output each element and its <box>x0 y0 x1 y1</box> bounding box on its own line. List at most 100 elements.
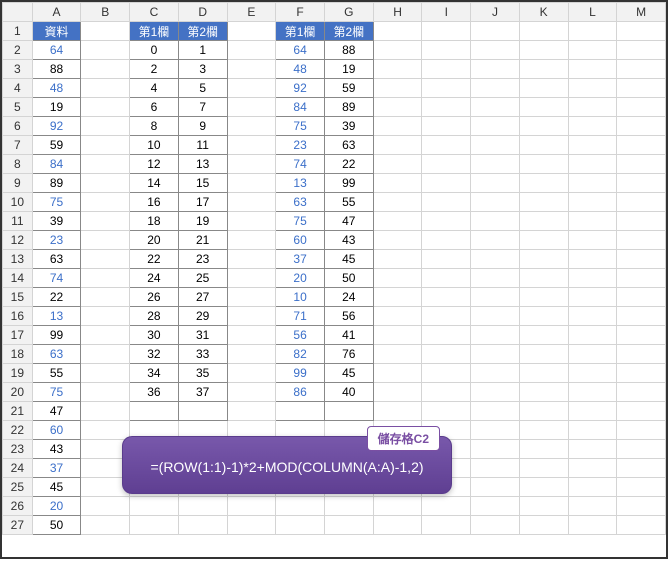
cell-E18[interactable] <box>227 345 276 364</box>
cell-M7[interactable] <box>617 136 666 155</box>
cell-G20[interactable]: 40 <box>324 383 373 402</box>
cell-H17[interactable] <box>373 326 422 345</box>
cell-K16[interactable] <box>519 307 568 326</box>
cell-K7[interactable] <box>519 136 568 155</box>
cell-D16[interactable]: 29 <box>178 307 227 326</box>
cell-A17[interactable]: 99 <box>32 326 81 345</box>
cell-B27[interactable] <box>81 516 130 535</box>
cell-L10[interactable] <box>568 193 617 212</box>
cell-J17[interactable] <box>471 326 520 345</box>
row-head-27[interactable]: 27 <box>3 516 33 535</box>
cell-L24[interactable] <box>568 459 617 478</box>
cell-K21[interactable] <box>519 402 568 421</box>
cell-M13[interactable] <box>617 250 666 269</box>
cell-A24[interactable]: 37 <box>32 459 81 478</box>
cell-D15[interactable]: 27 <box>178 288 227 307</box>
cell-K13[interactable] <box>519 250 568 269</box>
cell-E27[interactable] <box>227 516 276 535</box>
cell-J1[interactable] <box>471 22 520 41</box>
cell-I1[interactable] <box>422 22 471 41</box>
cell-H15[interactable] <box>373 288 422 307</box>
cell-D26[interactable] <box>178 497 227 516</box>
cell-I13[interactable] <box>422 250 471 269</box>
col-head-F[interactable]: F <box>276 3 325 22</box>
cell-M3[interactable] <box>617 60 666 79</box>
cell-E4[interactable] <box>227 79 276 98</box>
cell-L6[interactable] <box>568 117 617 136</box>
cell-M16[interactable] <box>617 307 666 326</box>
select-all-corner[interactable] <box>3 3 33 22</box>
cell-I14[interactable] <box>422 269 471 288</box>
cell-D10[interactable]: 17 <box>178 193 227 212</box>
cell-L22[interactable] <box>568 421 617 440</box>
cell-I2[interactable] <box>422 41 471 60</box>
cell-K3[interactable] <box>519 60 568 79</box>
cell-H4[interactable] <box>373 79 422 98</box>
cell-K9[interactable] <box>519 174 568 193</box>
cell-G16[interactable]: 56 <box>324 307 373 326</box>
cell-G6[interactable]: 39 <box>324 117 373 136</box>
cell-F21[interactable] <box>276 402 325 421</box>
cell-I15[interactable] <box>422 288 471 307</box>
cell-A12[interactable]: 23 <box>32 231 81 250</box>
cell-K25[interactable] <box>519 478 568 497</box>
cell-D18[interactable]: 33 <box>178 345 227 364</box>
cell-F27[interactable] <box>276 516 325 535</box>
row-head-8[interactable]: 8 <box>3 155 33 174</box>
cell-J24[interactable] <box>471 459 520 478</box>
cell-A25[interactable]: 45 <box>32 478 81 497</box>
cell-G3[interactable]: 19 <box>324 60 373 79</box>
cell-E7[interactable] <box>227 136 276 155</box>
cell-B5[interactable] <box>81 98 130 117</box>
cell-J16[interactable] <box>471 307 520 326</box>
cell-G12[interactable]: 43 <box>324 231 373 250</box>
cell-L20[interactable] <box>568 383 617 402</box>
cell-L16[interactable] <box>568 307 617 326</box>
cell-E14[interactable] <box>227 269 276 288</box>
cell-I21[interactable] <box>422 402 471 421</box>
row-head-3[interactable]: 3 <box>3 60 33 79</box>
cell-C19[interactable]: 34 <box>130 364 179 383</box>
cell-H7[interactable] <box>373 136 422 155</box>
cell-D13[interactable]: 23 <box>178 250 227 269</box>
cell-A9[interactable]: 89 <box>32 174 81 193</box>
cell-K20[interactable] <box>519 383 568 402</box>
cell-G27[interactable] <box>324 516 373 535</box>
cell-G17[interactable]: 41 <box>324 326 373 345</box>
col-head-A[interactable]: A <box>32 3 81 22</box>
cell-B3[interactable] <box>81 60 130 79</box>
cell-I3[interactable] <box>422 60 471 79</box>
cell-D17[interactable]: 31 <box>178 326 227 345</box>
cell-E2[interactable] <box>227 41 276 60</box>
cell-H11[interactable] <box>373 212 422 231</box>
cell-J7[interactable] <box>471 136 520 155</box>
cell-H18[interactable] <box>373 345 422 364</box>
cell-J19[interactable] <box>471 364 520 383</box>
cell-E3[interactable] <box>227 60 276 79</box>
cell-M2[interactable] <box>617 41 666 60</box>
cell-A7[interactable]: 59 <box>32 136 81 155</box>
row-head-9[interactable]: 9 <box>3 174 33 193</box>
cell-G8[interactable]: 22 <box>324 155 373 174</box>
cell-L9[interactable] <box>568 174 617 193</box>
cell-C21[interactable] <box>130 402 179 421</box>
cell-F6[interactable]: 75 <box>276 117 325 136</box>
cell-I8[interactable] <box>422 155 471 174</box>
cell-D2[interactable]: 1 <box>178 41 227 60</box>
cell-K26[interactable] <box>519 497 568 516</box>
cell-A1[interactable]: 資料 <box>32 22 81 41</box>
cell-K15[interactable] <box>519 288 568 307</box>
cell-C7[interactable]: 10 <box>130 136 179 155</box>
cell-H8[interactable] <box>373 155 422 174</box>
cell-M10[interactable] <box>617 193 666 212</box>
cell-L13[interactable] <box>568 250 617 269</box>
cell-G21[interactable] <box>324 402 373 421</box>
cell-J22[interactable] <box>471 421 520 440</box>
cell-F8[interactable]: 74 <box>276 155 325 174</box>
row-head-13[interactable]: 13 <box>3 250 33 269</box>
cell-G5[interactable]: 89 <box>324 98 373 117</box>
cell-I10[interactable] <box>422 193 471 212</box>
row-head-17[interactable]: 17 <box>3 326 33 345</box>
cell-L7[interactable] <box>568 136 617 155</box>
cell-E13[interactable] <box>227 250 276 269</box>
